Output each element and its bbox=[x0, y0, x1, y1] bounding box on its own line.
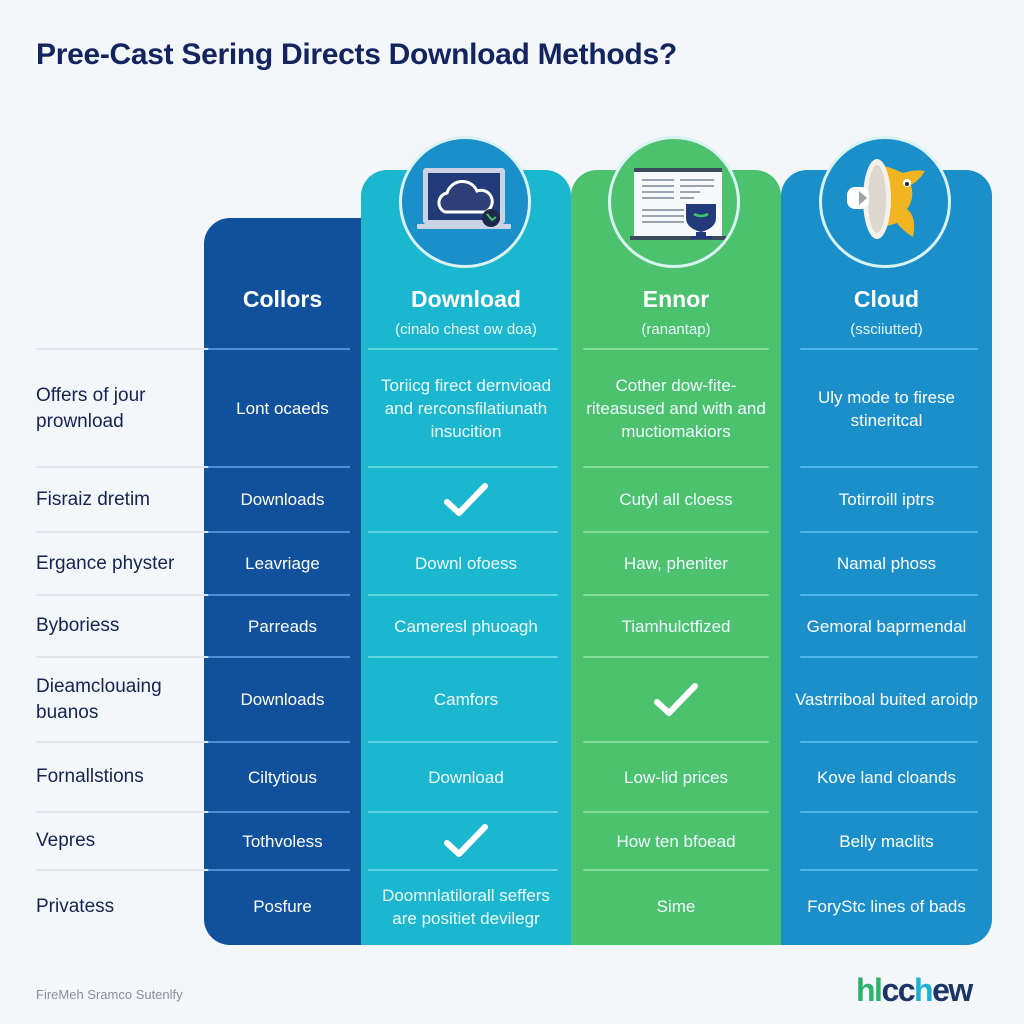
cell-ennor: Tiamhulctfized bbox=[621, 616, 731, 636]
cell-download: Toriicg firect dernvioad and rerconsfila… bbox=[380, 376, 552, 441]
cell-colors: Leavriage bbox=[245, 554, 320, 573]
cell-ennor: Sime bbox=[656, 897, 696, 916]
header-download-title: Download bbox=[411, 286, 521, 312]
brand-logo: hlcchew bbox=[856, 972, 973, 1009]
footer-caption: FireMeh Sramco Sutenlfy bbox=[36, 987, 183, 1002]
cell-download: Download bbox=[428, 767, 504, 787]
header-colors-title: Collors bbox=[242, 286, 323, 312]
logo-part-1: hl bbox=[856, 972, 883, 1008]
row-label: Dieamclouaing buanos bbox=[36, 675, 162, 723]
row-label: Vepres bbox=[36, 830, 96, 851]
logo-part-3: h bbox=[914, 972, 934, 1008]
cell-download: Doomnlatilorall seffers are positiet dev… bbox=[382, 885, 550, 928]
header-colors: Collors bbox=[204, 286, 361, 313]
laptop-cloud-icon bbox=[399, 136, 531, 268]
cell-ennor: How ten bfoead bbox=[616, 831, 736, 851]
cell-colors: Parreads bbox=[248, 616, 317, 636]
cell-download: Camfors bbox=[433, 690, 499, 709]
cell-cloud: ForyStc lines of bads bbox=[807, 897, 966, 916]
logo-part-2: cc bbox=[881, 972, 915, 1008]
cell-download: Downl ofoess bbox=[414, 554, 518, 573]
header-cloud: Cloud (ssciiutted) bbox=[781, 286, 992, 338]
cell-ennor: Haw, pheniter bbox=[624, 554, 728, 573]
header-ennor-title: Ennor bbox=[642, 286, 710, 312]
cell-colors: Posfure bbox=[253, 897, 312, 916]
header-download-subtitle: (cinalo chest ow doa) bbox=[395, 321, 537, 338]
header-cloud-subtitle: (ssciiutted) bbox=[850, 321, 923, 338]
checkmark-icon bbox=[369, 812, 563, 870]
cell-colors: Lont ocaeds bbox=[236, 399, 329, 418]
row-label: Fisraiz dretim bbox=[36, 488, 151, 510]
cell-cloud: Totirrоill iptrs bbox=[838, 490, 935, 509]
header-cloud-title: Cloud bbox=[853, 286, 920, 312]
checkmark-icon bbox=[369, 467, 563, 532]
checkmark-icon bbox=[579, 657, 773, 742]
cell-cloud: Uly mode to firese stineritcal bbox=[818, 387, 955, 430]
cell-cloud: Vastrriboal buited aroidp bbox=[794, 690, 978, 709]
document-shield-icon bbox=[608, 136, 740, 268]
header-ennor: Ennor (ranantap) bbox=[571, 286, 781, 338]
row-label: Offers of jour prownload bbox=[36, 384, 146, 432]
cell-ennor: Low-lid prices bbox=[624, 767, 728, 787]
row-label: Byboriess bbox=[36, 615, 120, 636]
cell-ennor: Cutyl all cloess bbox=[619, 490, 733, 509]
cell-ennor: Cother dow-fite-riteasused and with and … bbox=[586, 376, 766, 441]
cell-colors: Tothvoless bbox=[242, 831, 323, 851]
logo-part-4: ew bbox=[932, 972, 973, 1008]
cell-cloud: Namal phoss bbox=[836, 554, 937, 573]
row-label: Privatess bbox=[36, 895, 115, 917]
cell-cloud: Kove land cloands bbox=[817, 767, 956, 787]
cell-colors: Ciltytious bbox=[248, 767, 317, 787]
cell-colors: Downloads bbox=[240, 490, 325, 509]
cell-download: Cameresl phuoagh bbox=[394, 616, 538, 636]
cell-cloud: Gemoral baprmendal bbox=[806, 616, 967, 636]
cell-colors: Downloads bbox=[240, 690, 325, 709]
row-label: Fornallstions bbox=[36, 766, 144, 787]
page-title: Pree-Cast Sering Directs Download Method… bbox=[36, 38, 677, 71]
header-ennor-subtitle: (ranantap) bbox=[641, 321, 711, 338]
header-download: Download (cinalo chest ow doa) bbox=[361, 286, 571, 338]
row-label: Ergance physter bbox=[36, 552, 175, 574]
satellite-dish-mascot-icon bbox=[819, 136, 951, 268]
cell-cloud: Belly maclits bbox=[839, 831, 934, 851]
